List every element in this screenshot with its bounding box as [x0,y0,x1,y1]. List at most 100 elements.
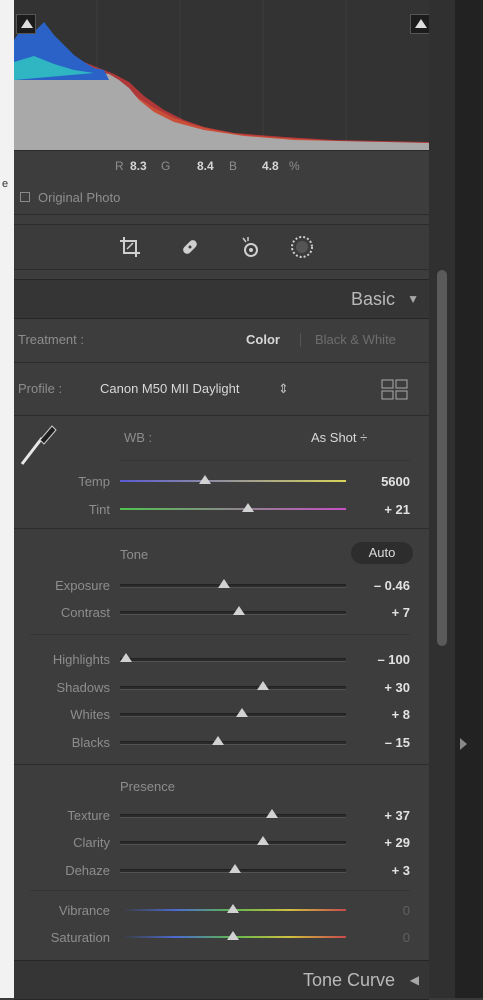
tint-label: Tint [88,502,110,517]
clarity-value[interactable]: + 29 [350,835,410,850]
slider-thumb[interactable] [265,809,278,818]
vibrance-label: Vibrance [58,903,110,918]
panel-scrollbar[interactable] [429,0,455,998]
highlights-value[interactable]: – 100 [350,652,410,667]
background-strip [0,0,14,998]
clarity-slider[interactable] [120,841,346,845]
temp-slider[interactable] [120,480,346,482]
exposure-label: Exposure [55,578,110,593]
slider-thumb[interactable] [212,736,225,745]
exposure-slider[interactable] [120,584,346,588]
divider [30,634,410,635]
shadow-clipping-toggle[interactable] [16,14,36,34]
treatment-label: Treatment : [18,332,84,347]
slider-thumb[interactable] [256,681,269,690]
whites-slider[interactable] [120,713,346,717]
whites-value[interactable]: + 8 [350,707,410,722]
slider-thumb[interactable] [120,653,132,662]
tone-label: Tone [120,547,149,562]
eyedropper-icon[interactable] [18,422,58,466]
masking-icon[interactable] [290,235,314,259]
percent-unit: % [289,159,300,173]
shadows-slider[interactable] [120,686,346,690]
temp-value[interactable]: 5600 [350,474,410,489]
scrollbar-thumb[interactable] [437,270,447,646]
clarity-label: Clarity [73,835,110,850]
wb-label: WB : [124,430,153,445]
profile-browser-icon[interactable] [381,379,409,401]
wb-dropdown[interactable]: As Shot ÷ [311,430,367,445]
slider-thumb[interactable] [256,836,269,845]
whites-label: Whites [70,707,110,722]
highlights-slider[interactable] [120,658,346,662]
tone-curve-title: Tone Curve [302,970,395,990]
r-value: 8.3 [130,159,147,173]
original-photo-checkbox[interactable] [20,192,30,202]
shadows-label: Shadows [56,680,110,695]
rgb-readout: R 8.3 G 8.4 B 4.8 % [14,150,429,180]
slider-thumb[interactable] [241,503,254,512]
right-panel-edge [455,0,483,998]
contrast-value[interactable]: + 7 [350,605,410,620]
basic-section-header[interactable]: Basic ▼ [14,279,429,319]
divider [30,890,410,891]
g-value: 8.4 [197,159,214,173]
temp-label: Temp [78,474,110,489]
crop-icon[interactable] [118,235,142,259]
expand-arrow-icon[interactable]: ◀ [410,973,419,987]
treatment-color-button[interactable]: Color [246,332,280,347]
slider-thumb[interactable] [227,931,239,940]
slider-thumb[interactable] [218,579,231,588]
saturation-label: Saturation [50,930,110,945]
red-eye-icon[interactable] [238,235,262,259]
contrast-label: Contrast [60,605,110,620]
slider-thumb[interactable] [199,475,212,484]
b-label: B [229,159,238,173]
texture-label: Texture [67,808,110,823]
profile-dropdown-arrow[interactable]: ⇕ [278,381,289,397]
healing-icon[interactable] [178,235,202,259]
slider-thumb[interactable] [235,708,248,717]
basic-title: Basic [350,289,395,309]
left-edge-text: e [2,178,9,190]
r-label: R [115,159,124,173]
b-value: 4.8 [262,159,279,173]
divider [120,460,410,461]
tool-strip [14,224,429,270]
tint-slider[interactable] [120,508,346,510]
vibrance-value[interactable]: 0 [350,903,410,918]
highlights-label: Highlights [52,652,110,667]
collapse-arrow-icon[interactable]: ▼ [407,292,419,306]
blacks-label: Blacks [71,735,110,750]
slider-thumb[interactable] [229,864,242,873]
blacks-slider[interactable] [120,741,346,745]
texture-slider[interactable] [120,814,346,818]
original-photo-row[interactable]: Original Photo [14,180,429,215]
panel-toggle-arrow-icon[interactable] [460,738,467,750]
highlight-clipping-toggle[interactable] [410,14,430,34]
divider [14,362,429,363]
histogram[interactable] [14,0,430,151]
dehaze-label: Dehaze [65,863,110,878]
exposure-value[interactable]: – 0.46 [350,578,410,593]
profile-dropdown[interactable]: Canon M50 MII Daylight [100,381,239,396]
slider-thumb[interactable] [233,606,246,615]
divider [14,528,429,529]
auto-button[interactable]: Auto [351,542,413,564]
shadows-value[interactable]: + 30 [350,680,410,695]
slider-thumb[interactable] [227,904,239,913]
divider [14,415,429,416]
tone-curve-section-header[interactable]: Tone Curve ◀ [14,960,429,1000]
texture-value[interactable]: + 37 [350,808,410,823]
original-photo-label: Original Photo [38,190,121,205]
divider [14,764,429,765]
blacks-value[interactable]: – 15 [350,735,410,750]
presence-label: Presence [120,779,175,794]
tint-value[interactable]: + 21 [350,502,410,517]
dehaze-value[interactable]: + 3 [350,863,410,878]
saturation-value[interactable]: 0 [350,930,410,945]
profile-label: Profile : [18,381,63,396]
treatment-separator [300,333,301,347]
g-label: G [161,159,171,173]
treatment-bw-button[interactable]: Black & White [315,332,396,347]
